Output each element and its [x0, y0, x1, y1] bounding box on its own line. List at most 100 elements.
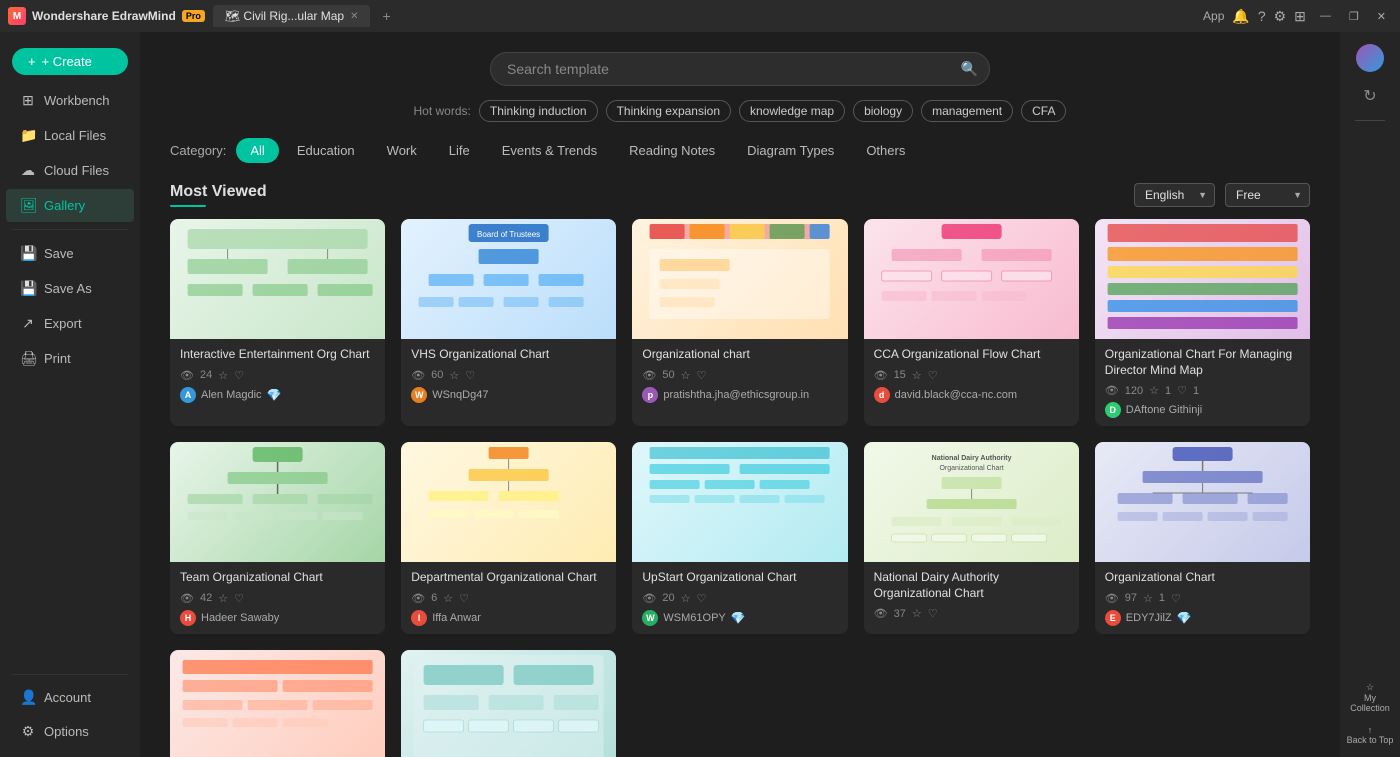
workbench-icon: ⊞ [20, 92, 36, 109]
author-name: WSM61OPY [663, 612, 725, 624]
card-thumbnail [1095, 442, 1310, 562]
card-team[interactable]: Team Organizational Chart 👁 42 ☆ ♡ H Had… [170, 442, 385, 634]
hotword-cfa[interactable]: CFA [1021, 100, 1066, 122]
card-national-dairy[interactable]: National Dairy Authority Organizational … [864, 442, 1079, 634]
hotword-management[interactable]: management [921, 100, 1013, 122]
hotword-biology[interactable]: biology [853, 100, 913, 122]
card-org-chart[interactable]: Organizational chart 👁 50 ☆ ♡ p pratisht… [632, 219, 847, 426]
star-icon: ☆ [912, 607, 922, 620]
local-files-icon: 📁 [20, 127, 36, 144]
sidebar-item-export[interactable]: ↗ Export [6, 307, 134, 340]
cat-tab-diagram[interactable]: Diagram Types [733, 138, 848, 163]
author-avatar: D [1105, 402, 1121, 418]
search-wrap: 🔍 [490, 52, 990, 86]
cat-tab-all[interactable]: All [236, 138, 278, 163]
card-thumb-svg [170, 219, 385, 339]
help-icon[interactable]: ? [1258, 8, 1266, 24]
card-author: D DAftone Githinji [1105, 402, 1300, 418]
refresh-icon[interactable]: ↻ [1357, 80, 1382, 112]
card-departmental[interactable]: Departmental Organizational Chart 👁 6 ☆ … [401, 442, 616, 634]
card-title: Organizational Chart [1105, 570, 1300, 586]
sidebar-item-account[interactable]: 👤 Account [6, 681, 134, 714]
card-cca[interactable]: CCA Organizational Flow Chart 👁 15 ☆ ♡ d… [864, 219, 1079, 426]
settings-icon[interactable]: ⚙ [1274, 8, 1287, 25]
sidebar-item-label: Gallery [44, 198, 85, 213]
card-thumb-svg [864, 219, 1079, 339]
gold-badge-icon: 💎 [1177, 611, 1192, 625]
like-icon: ♡ [459, 592, 469, 605]
card-meta: 👁 20 ☆ ♡ [642, 592, 837, 605]
sidebar-item-cloud-files[interactable]: ☁ Cloud Files [6, 154, 134, 187]
like-icon: ♡ [696, 592, 706, 605]
like-icon: ♡ [465, 369, 475, 382]
card-author: A Alen Magdic 💎 [180, 387, 375, 403]
sidebar-item-local-files[interactable]: 📁 Local Files [6, 119, 134, 152]
star-icon: ☆ [681, 369, 691, 382]
like-icon: ♡ [234, 369, 244, 382]
card-title: VHS Organizational Chart [411, 347, 606, 363]
close-button[interactable]: ✕ [1371, 8, 1392, 25]
user-avatar[interactable] [1356, 44, 1384, 72]
card-director[interactable]: Organizational Chart For Managing Direct… [1095, 219, 1310, 426]
hotword-thinking-expansion[interactable]: Thinking expansion [606, 100, 731, 122]
cat-tab-events[interactable]: Events & Trends [488, 138, 611, 163]
card-thumbnail [170, 219, 385, 339]
notifications-icon[interactable]: 🔔 [1232, 8, 1249, 25]
card-upstart[interactable]: UpStart Organizational Chart 👁 20 ☆ ♡ W … [632, 442, 847, 634]
cat-tab-life[interactable]: Life [435, 138, 484, 163]
like-icon: ♡ [928, 607, 938, 620]
search-input[interactable] [490, 52, 990, 86]
sidebar-item-print[interactable]: 🖨 Print [6, 342, 134, 375]
grid-icon[interactable]: ⊞ [1294, 8, 1306, 25]
create-button[interactable]: + + Create [12, 48, 128, 75]
views-icon: 👁 [180, 369, 194, 382]
collection-star-icon: ☆ [1366, 682, 1374, 693]
sidebar-item-save-as[interactable]: 💾 Save As [6, 272, 134, 305]
price-filter[interactable]: Free Premium All [1225, 183, 1310, 207]
card-org-chart-2[interactable]: Organizational Chart 👁 97 ☆ 1 ♡ E EDY7Ji… [1095, 442, 1310, 634]
cat-tab-education[interactable]: Education [283, 138, 369, 163]
cat-tab-others[interactable]: Others [852, 138, 919, 163]
sidebar-item-options[interactable]: ⚙ Options [6, 715, 134, 748]
card-info: VHS Organizational Chart 👁 60 ☆ ♡ W WSnq… [401, 339, 616, 411]
search-bar: 🔍 [170, 52, 1310, 86]
hotword-knowledge-map[interactable]: knowledge map [739, 100, 845, 122]
my-collection-button[interactable]: ☆ My Collection [1340, 678, 1400, 717]
back-to-top-button[interactable]: ↑ Back to Top [1343, 721, 1398, 749]
create-label: + Create [42, 54, 92, 69]
tab-close-icon[interactable]: ✕ [350, 11, 358, 22]
app-label[interactable]: App [1203, 9, 1224, 23]
card-thumb-svg [401, 442, 616, 562]
section-title-wrap: Most Viewed [170, 183, 267, 207]
views-icon: 👁 [411, 369, 425, 382]
svg-text:Organizational Chart: Organizational Chart [939, 465, 1003, 472]
card-interactive-entertainment[interactable]: Interactive Entertainment Org Chart 👁 24… [170, 219, 385, 426]
star-count: 1 [1159, 592, 1165, 604]
section-underline [170, 205, 206, 207]
card-info: Team Organizational Chart 👁 42 ☆ ♡ H Had… [170, 562, 385, 634]
price-filter-wrap: Free Premium All [1225, 183, 1310, 207]
like-count: 1 [1193, 385, 1199, 397]
author-name: pratishtha.jha@ethicsgroup.in [663, 389, 809, 401]
sidebar-item-save[interactable]: 💾 Save [6, 237, 134, 270]
sidebar-item-gallery[interactable]: 🖼 Gallery [6, 189, 134, 222]
cat-tab-work[interactable]: Work [373, 138, 431, 163]
card-vhs[interactable]: Board of Trustees VHS Organizational Cha… [401, 219, 616, 426]
card-org-map[interactable]: Organizational map [170, 650, 385, 757]
window-controls: — ❐ ✕ [1314, 8, 1392, 25]
tab-civil[interactable]: 🗺 Civil Rig...ular Map ✕ [213, 5, 371, 27]
hotword-thinking-induction[interactable]: Thinking induction [479, 100, 598, 122]
card-thumbnail [170, 442, 385, 562]
language-filter[interactable]: English Chinese Spanish [1134, 183, 1215, 207]
gold-badge-icon: 💎 [731, 611, 746, 625]
author-avatar: A [180, 387, 196, 403]
sidebar-item-workbench[interactable]: ⊞ Workbench [6, 84, 134, 117]
maximize-button[interactable]: ❐ [1343, 8, 1365, 25]
search-button[interactable]: 🔍 [961, 61, 978, 78]
star-icon: ☆ [218, 369, 228, 382]
card-org-chart-3[interactable]: Organization Chart [401, 650, 616, 757]
cat-tab-reading[interactable]: Reading Notes [615, 138, 729, 163]
minimize-button[interactable]: — [1314, 8, 1337, 24]
new-tab-button[interactable]: + [382, 8, 390, 24]
like-icon: ♡ [1177, 384, 1187, 397]
